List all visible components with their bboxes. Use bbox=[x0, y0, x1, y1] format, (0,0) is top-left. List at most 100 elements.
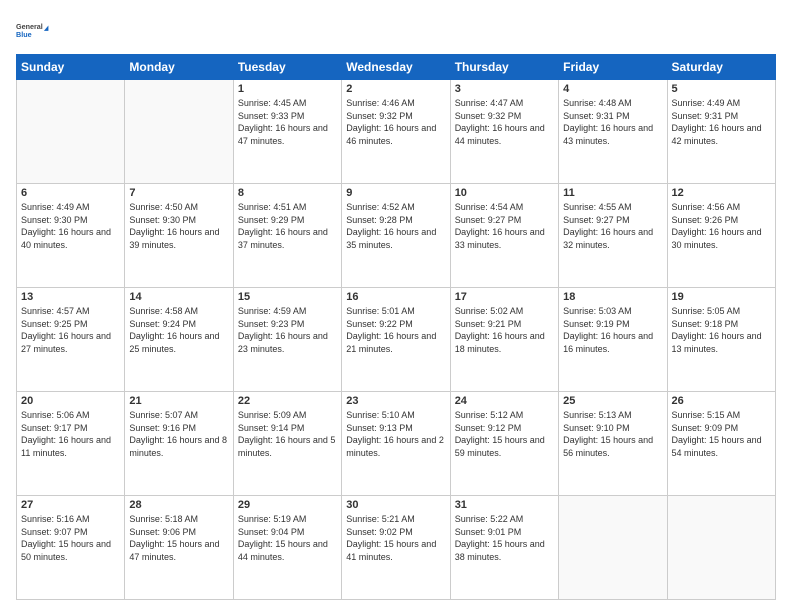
weekday-header-thursday: Thursday bbox=[450, 55, 558, 80]
day-number: 29 bbox=[238, 499, 337, 511]
calendar-cell: 29 Sunrise: 5:19 AMSunset: 9:04 PMDayligh… bbox=[233, 496, 341, 600]
calendar-cell: 1 Sunrise: 4:45 AMSunset: 9:33 PMDaylight… bbox=[233, 80, 341, 184]
day-number: 10 bbox=[455, 187, 554, 199]
cell-info: Sunrise: 5:19 AMSunset: 9:04 PMDaylight:… bbox=[238, 513, 337, 563]
weekday-header-saturday: Saturday bbox=[667, 55, 775, 80]
weekday-header-friday: Friday bbox=[559, 55, 667, 80]
calendar-cell: 28Sunrise: 5:18 AMSunset: 9:06 PMDayligh… bbox=[125, 496, 233, 600]
cell-info: Sunrise: 4:45 AMSunset: 9:33 PMDaylight:… bbox=[238, 97, 337, 147]
day-number: 22 bbox=[238, 395, 337, 407]
cell-info: Sunrise: 5:13 AMSunset: 9:10 PMDaylight:… bbox=[563, 409, 662, 459]
calendar-cell: 2 Sunrise: 4:46 AMSunset: 9:32 PMDaylight… bbox=[342, 80, 450, 184]
cell-info: Sunrise: 5:02 AMSunset: 9:21 PMDaylight:… bbox=[455, 305, 554, 355]
cell-info: Sunrise: 4:51 AMSunset: 9:29 PMDaylight:… bbox=[238, 201, 337, 251]
cell-info: Sunrise: 5:07 AMSunset: 9:16 PMDaylight:… bbox=[129, 409, 228, 459]
day-number: 1 bbox=[238, 83, 337, 95]
day-number: 18 bbox=[563, 291, 662, 303]
calendar-cell: 31Sunrise: 5:22 AMSunset: 9:01 PMDayligh… bbox=[450, 496, 558, 600]
cell-info: Sunrise: 5:01 AMSunset: 9:22 PMDaylight:… bbox=[346, 305, 445, 355]
calendar-cell: 15 Sunrise: 4:59 AMSunset: 9:23 PMDayligh… bbox=[233, 288, 341, 392]
cell-info: Sunrise: 4:59 AMSunset: 9:23 PMDaylight:… bbox=[238, 305, 337, 355]
day-number: 27 bbox=[21, 499, 120, 511]
day-number: 3 bbox=[455, 83, 554, 95]
weekday-header-tuesday: Tuesday bbox=[233, 55, 341, 80]
day-number: 17 bbox=[455, 291, 554, 303]
calendar-cell: 24 Sunrise: 5:12 AMSunset: 9:12 PMDayligh… bbox=[450, 392, 558, 496]
calendar-cell: 6 Sunrise: 4:49 AMSunset: 9:30 PMDaylight… bbox=[17, 184, 125, 288]
day-number: 8 bbox=[238, 187, 337, 199]
weekday-header-wednesday: Wednesday bbox=[342, 55, 450, 80]
day-number: 24 bbox=[455, 395, 554, 407]
svg-text:Blue: Blue bbox=[16, 30, 32, 39]
calendar-cell bbox=[667, 496, 775, 600]
calendar-cell: 18Sunrise: 5:03 AMSunset: 9:19 PMDayligh… bbox=[559, 288, 667, 392]
day-number: 26 bbox=[672, 395, 771, 407]
day-number: 13 bbox=[21, 291, 120, 303]
day-number: 5 bbox=[672, 83, 771, 95]
calendar-cell bbox=[559, 496, 667, 600]
day-number: 7 bbox=[129, 187, 228, 199]
day-number: 28 bbox=[129, 499, 228, 511]
cell-info: Sunrise: 4:49 AMSunset: 9:30 PMDaylight:… bbox=[21, 201, 120, 251]
week-row-0: 1 Sunrise: 4:45 AMSunset: 9:33 PMDaylight… bbox=[17, 80, 776, 184]
day-number: 11 bbox=[563, 187, 662, 199]
calendar-table: SundayMondayTuesdayWednesdayThursdayFrid… bbox=[16, 54, 776, 600]
cell-info: Sunrise: 4:57 AMSunset: 9:25 PMDaylight:… bbox=[21, 305, 120, 355]
logo-icon: General Blue bbox=[16, 12, 52, 48]
calendar-cell: 17 Sunrise: 5:02 AMSunset: 9:21 PMDayligh… bbox=[450, 288, 558, 392]
day-number: 19 bbox=[672, 291, 771, 303]
header: General Blue bbox=[16, 12, 776, 48]
calendar-cell: 5 Sunrise: 4:49 AMSunset: 9:31 PMDaylight… bbox=[667, 80, 775, 184]
calendar-cell: 22Sunrise: 5:09 AMSunset: 9:14 PMDayligh… bbox=[233, 392, 341, 496]
cell-info: Sunrise: 5:15 AMSunset: 9:09 PMDaylight:… bbox=[672, 409, 771, 459]
calendar-cell: 3 Sunrise: 4:47 AMSunset: 9:32 PMDaylight… bbox=[450, 80, 558, 184]
calendar-cell: 12Sunrise: 4:56 AMSunset: 9:26 PMDayligh… bbox=[667, 184, 775, 288]
page: General Blue SundayMondayTuesdayWednesda… bbox=[0, 0, 792, 612]
day-number: 6 bbox=[21, 187, 120, 199]
week-row-2: 13 Sunrise: 4:57 AMSunset: 9:25 PMDayligh… bbox=[17, 288, 776, 392]
cell-info: Sunrise: 5:12 AMSunset: 9:12 PMDaylight:… bbox=[455, 409, 554, 459]
week-row-4: 27 Sunrise: 5:16 AMSunset: 9:07 PMDayligh… bbox=[17, 496, 776, 600]
calendar-cell: 11Sunrise: 4:55 AMSunset: 9:27 PMDayligh… bbox=[559, 184, 667, 288]
calendar-cell: 14 Sunrise: 4:58 AMSunset: 9:24 PMDayligh… bbox=[125, 288, 233, 392]
cell-info: Sunrise: 5:05 AMSunset: 9:18 PMDaylight:… bbox=[672, 305, 771, 355]
cell-info: Sunrise: 4:58 AMSunset: 9:24 PMDaylight:… bbox=[129, 305, 228, 355]
day-number: 2 bbox=[346, 83, 445, 95]
day-number: 21 bbox=[129, 395, 228, 407]
weekday-header-sunday: Sunday bbox=[17, 55, 125, 80]
calendar-cell: 30Sunrise: 5:21 AMSunset: 9:02 PMDayligh… bbox=[342, 496, 450, 600]
week-row-1: 6 Sunrise: 4:49 AMSunset: 9:30 PMDaylight… bbox=[17, 184, 776, 288]
day-number: 23 bbox=[346, 395, 445, 407]
day-number: 9 bbox=[346, 187, 445, 199]
day-number: 31 bbox=[455, 499, 554, 511]
calendar-cell: 27 Sunrise: 5:16 AMSunset: 9:07 PMDayligh… bbox=[17, 496, 125, 600]
day-number: 4 bbox=[563, 83, 662, 95]
cell-info: Sunrise: 5:10 AMSunset: 9:13 PMDaylight:… bbox=[346, 409, 445, 459]
calendar-cell bbox=[17, 80, 125, 184]
weekday-header-row: SundayMondayTuesdayWednesdayThursdayFrid… bbox=[17, 55, 776, 80]
calendar-cell: 13 Sunrise: 4:57 AMSunset: 9:25 PMDayligh… bbox=[17, 288, 125, 392]
calendar-cell: 25 Sunrise: 5:13 AMSunset: 9:10 PMDayligh… bbox=[559, 392, 667, 496]
day-number: 25 bbox=[563, 395, 662, 407]
calendar-cell: 26 Sunrise: 5:15 AMSunset: 9:09 PMDayligh… bbox=[667, 392, 775, 496]
calendar-cell: 20 Sunrise: 5:06 AMSunset: 9:17 PMDayligh… bbox=[17, 392, 125, 496]
cell-info: Sunrise: 5:16 AMSunset: 9:07 PMDaylight:… bbox=[21, 513, 120, 563]
logo: General Blue bbox=[16, 12, 52, 48]
cell-info: Sunrise: 4:50 AMSunset: 9:30 PMDaylight:… bbox=[129, 201, 228, 251]
day-number: 14 bbox=[129, 291, 228, 303]
calendar-cell: 19 Sunrise: 5:05 AMSunset: 9:18 PMDayligh… bbox=[667, 288, 775, 392]
day-number: 20 bbox=[21, 395, 120, 407]
day-number: 15 bbox=[238, 291, 337, 303]
calendar-cell: 9Sunrise: 4:52 AMSunset: 9:28 PMDaylight… bbox=[342, 184, 450, 288]
calendar-cell: 7 Sunrise: 4:50 AMSunset: 9:30 PMDaylight… bbox=[125, 184, 233, 288]
cell-info: Sunrise: 5:21 AMSunset: 9:02 PMDaylight:… bbox=[346, 513, 445, 563]
calendar-cell: 23 Sunrise: 5:10 AMSunset: 9:13 PMDayligh… bbox=[342, 392, 450, 496]
cell-info: Sunrise: 4:49 AMSunset: 9:31 PMDaylight:… bbox=[672, 97, 771, 147]
calendar-cell: 21 Sunrise: 5:07 AMSunset: 9:16 PMDayligh… bbox=[125, 392, 233, 496]
cell-info: Sunrise: 5:06 AMSunset: 9:17 PMDaylight:… bbox=[21, 409, 120, 459]
cell-info: Sunrise: 4:47 AMSunset: 9:32 PMDaylight:… bbox=[455, 97, 554, 147]
calendar-cell: 10Sunrise: 4:54 AMSunset: 9:27 PMDayligh… bbox=[450, 184, 558, 288]
calendar-cell bbox=[125, 80, 233, 184]
cell-info: Sunrise: 4:46 AMSunset: 9:32 PMDaylight:… bbox=[346, 97, 445, 147]
calendar-cell: 4Sunrise: 4:48 AMSunset: 9:31 PMDaylight… bbox=[559, 80, 667, 184]
